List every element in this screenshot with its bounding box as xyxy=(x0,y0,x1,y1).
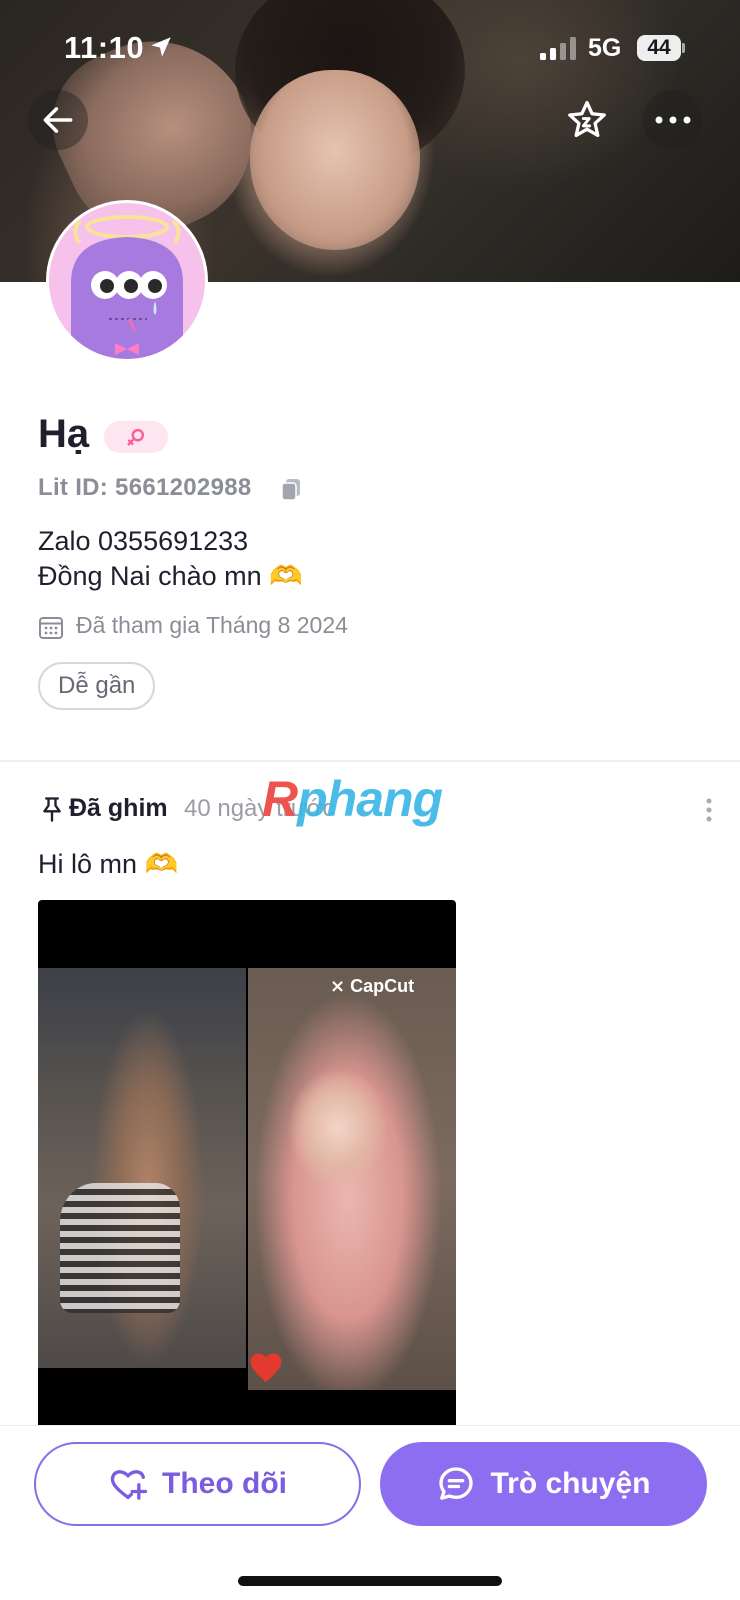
calendar-icon xyxy=(39,617,63,639)
site-watermark: Rphang xyxy=(262,770,443,828)
monster-avatar-image xyxy=(71,215,183,359)
chat-label: Trò chuyện xyxy=(490,1467,651,1500)
media-right-photo xyxy=(248,968,456,1390)
follow-label: Theo dõi xyxy=(162,1467,287,1500)
watermark-first-letter: R xyxy=(262,771,298,827)
battery-indicator: 44 xyxy=(637,35,685,61)
chat-bubble-icon xyxy=(439,1467,474,1500)
home-indicator[interactable] xyxy=(238,1576,502,1586)
network-type: 5G xyxy=(588,34,622,62)
post-more-icon[interactable] xyxy=(700,796,718,824)
ellipsis-horizontal-icon xyxy=(655,116,691,124)
section-divider xyxy=(0,760,740,762)
profile-name: Hạ xyxy=(38,412,90,456)
location-arrow-icon xyxy=(151,37,171,57)
signal-strength-icon xyxy=(540,37,576,60)
female-symbol-icon xyxy=(127,428,145,446)
lit-id: Lit ID: 5661202988 xyxy=(38,474,252,501)
status-time: 11:10 xyxy=(64,30,145,65)
pin-icon xyxy=(43,797,61,822)
star-add-icon xyxy=(568,100,606,138)
capcut-logo-icon: ⨯ xyxy=(330,976,351,996)
personality-tag[interactable]: Dễ gần xyxy=(38,662,156,710)
pinned-label: Đã ghim xyxy=(69,794,168,822)
status-bar: 11:10 5G 44 xyxy=(0,0,740,90)
bio-line-2: Đồng Nai chào mn 🫶 xyxy=(38,561,303,591)
bio-line-1: Zalo 0355691233 xyxy=(38,526,249,556)
watermark-rest: phang xyxy=(297,771,443,827)
gender-badge xyxy=(104,421,168,453)
arrow-left-icon xyxy=(43,107,73,133)
copy-icon[interactable] xyxy=(280,478,302,502)
heart-plus-icon xyxy=(110,1470,148,1500)
post-text: Hi lô mn 🫶 xyxy=(38,849,179,879)
more-options-button[interactable] xyxy=(643,90,703,150)
chat-button[interactable]: Trò chuyện xyxy=(380,1442,707,1526)
back-button[interactable] xyxy=(28,90,88,150)
capcut-watermark: ⨯ CapCut xyxy=(330,976,415,996)
bottom-action-bar: Theo dõi Trò chuyện xyxy=(0,1425,740,1600)
avatar[interactable] xyxy=(46,200,208,362)
favorite-button[interactable] xyxy=(557,90,617,150)
follow-button[interactable]: Theo dõi xyxy=(34,1442,361,1526)
joined-date: Đã tham gia Tháng 8 2024 xyxy=(76,612,348,638)
media-left-photo xyxy=(38,968,246,1368)
heart-sticker-icon xyxy=(250,1353,282,1382)
battery-level: 44 xyxy=(647,36,671,59)
